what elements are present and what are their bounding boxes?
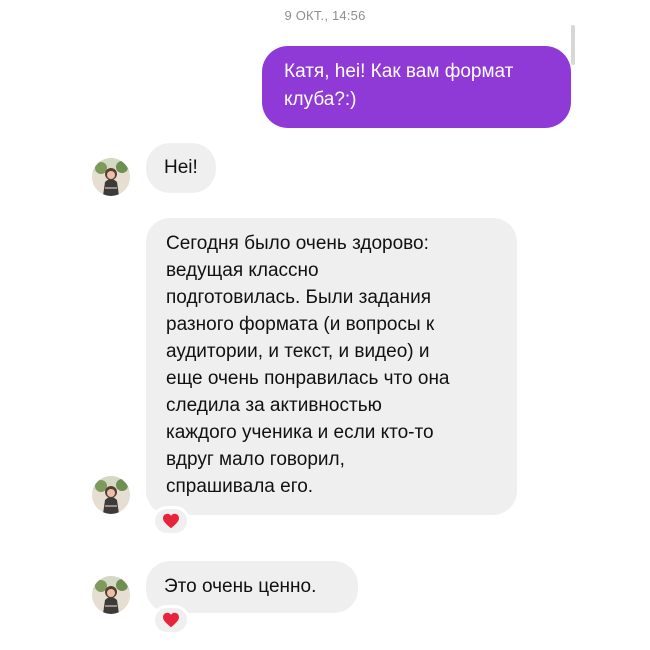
sender-avatar[interactable]: [92, 158, 130, 196]
incoming-message-line: спрашивала его.: [166, 476, 314, 497]
incoming-message-text: Hei!: [164, 157, 198, 178]
incoming-message-text: Это очень ценно.: [164, 576, 317, 597]
scrollbar[interactable]: [571, 25, 575, 65]
sender-avatar[interactable]: [92, 476, 130, 514]
outgoing-message-line: Катя, hei! Как вам формат: [284, 61, 514, 82]
sender-avatar[interactable]: [92, 576, 130, 614]
message-reaction[interactable]: [152, 605, 190, 635]
incoming-message-line: подготовилась. Были задания: [166, 287, 431, 308]
avatar-photo: [92, 576, 130, 614]
incoming-message-bubble[interactable]: Hei!: [146, 143, 216, 193]
outgoing-message-line: клуба?:): [284, 89, 357, 110]
outgoing-message-bubble[interactable]: Катя, hei! Как вам формат клуба?:): [262, 46, 571, 128]
avatar-photo: [92, 158, 130, 196]
message-timestamp: 9 ОКТ., 14:56: [284, 8, 366, 23]
incoming-message-line: еще очень понравилась что она: [166, 368, 450, 389]
avatar-photo: [92, 476, 130, 514]
heart-icon: [163, 513, 179, 529]
incoming-message-line: аудитории, и текст, и видео) и: [166, 341, 430, 362]
incoming-message-line: вдруг мало говорил,: [166, 449, 345, 470]
message-reaction[interactable]: [152, 506, 190, 536]
incoming-message-line: Сегодня было очень здорово:: [166, 233, 429, 254]
incoming-message-line: следила за активностью: [166, 395, 382, 416]
incoming-message-bubble[interactable]: Сегодня было очень здорово: ведущая клас…: [146, 218, 517, 515]
incoming-message-line: разного формата (и вопросы к: [166, 314, 435, 335]
incoming-message-line: ведущая классно: [166, 260, 319, 281]
heart-icon: [163, 612, 179, 628]
incoming-message-line: каждого ученика и если кто-то: [166, 422, 434, 443]
